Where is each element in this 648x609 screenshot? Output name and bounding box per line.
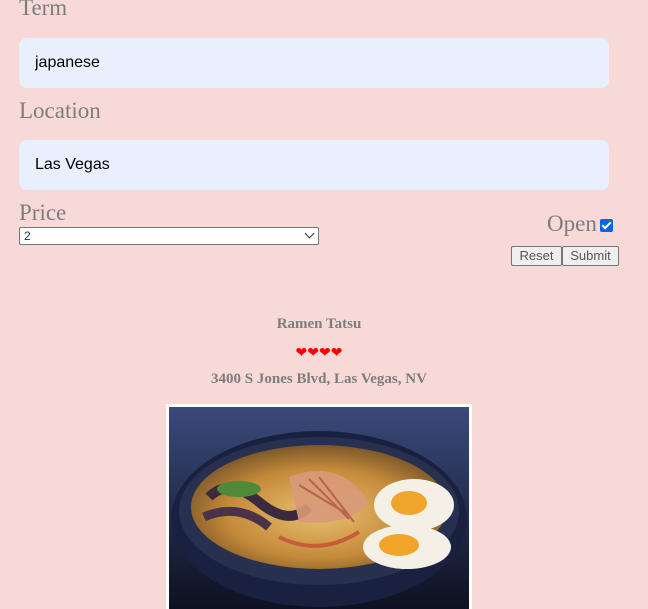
restaurant-address: 3400 S Jones Blvd, Las Vegas, NV (211, 371, 427, 387)
term-label: Term (19, 0, 68, 20)
rating-hearts: ❤❤❤❤ (0, 345, 638, 361)
restaurant-name: Ramen Tatsu (276, 316, 362, 332)
heart-icon: ❤ (295, 345, 308, 361)
location-input[interactable] (19, 140, 609, 190)
heart-icon: ❤ (330, 345, 343, 361)
heart-icon: ❤ (319, 345, 331, 361)
restaurant-photo (166, 404, 472, 609)
chevron-down-icon (304, 228, 315, 239)
price-select[interactable]: 2 (19, 227, 319, 245)
open-label: Open (547, 211, 597, 236)
price-selected-value: 2 (24, 229, 31, 243)
open-checkbox[interactable] (599, 219, 613, 232)
open-filter: Open (547, 212, 613, 235)
reset-button[interactable]: Reset (511, 246, 562, 266)
price-label: Price (19, 200, 67, 225)
heart-icon: ❤ (307, 345, 319, 361)
term-input[interactable] (19, 38, 609, 88)
submit-button[interactable]: Submit (562, 246, 619, 266)
location-label: Location (19, 98, 101, 123)
ramen-bowl-photo-icon (169, 407, 469, 609)
